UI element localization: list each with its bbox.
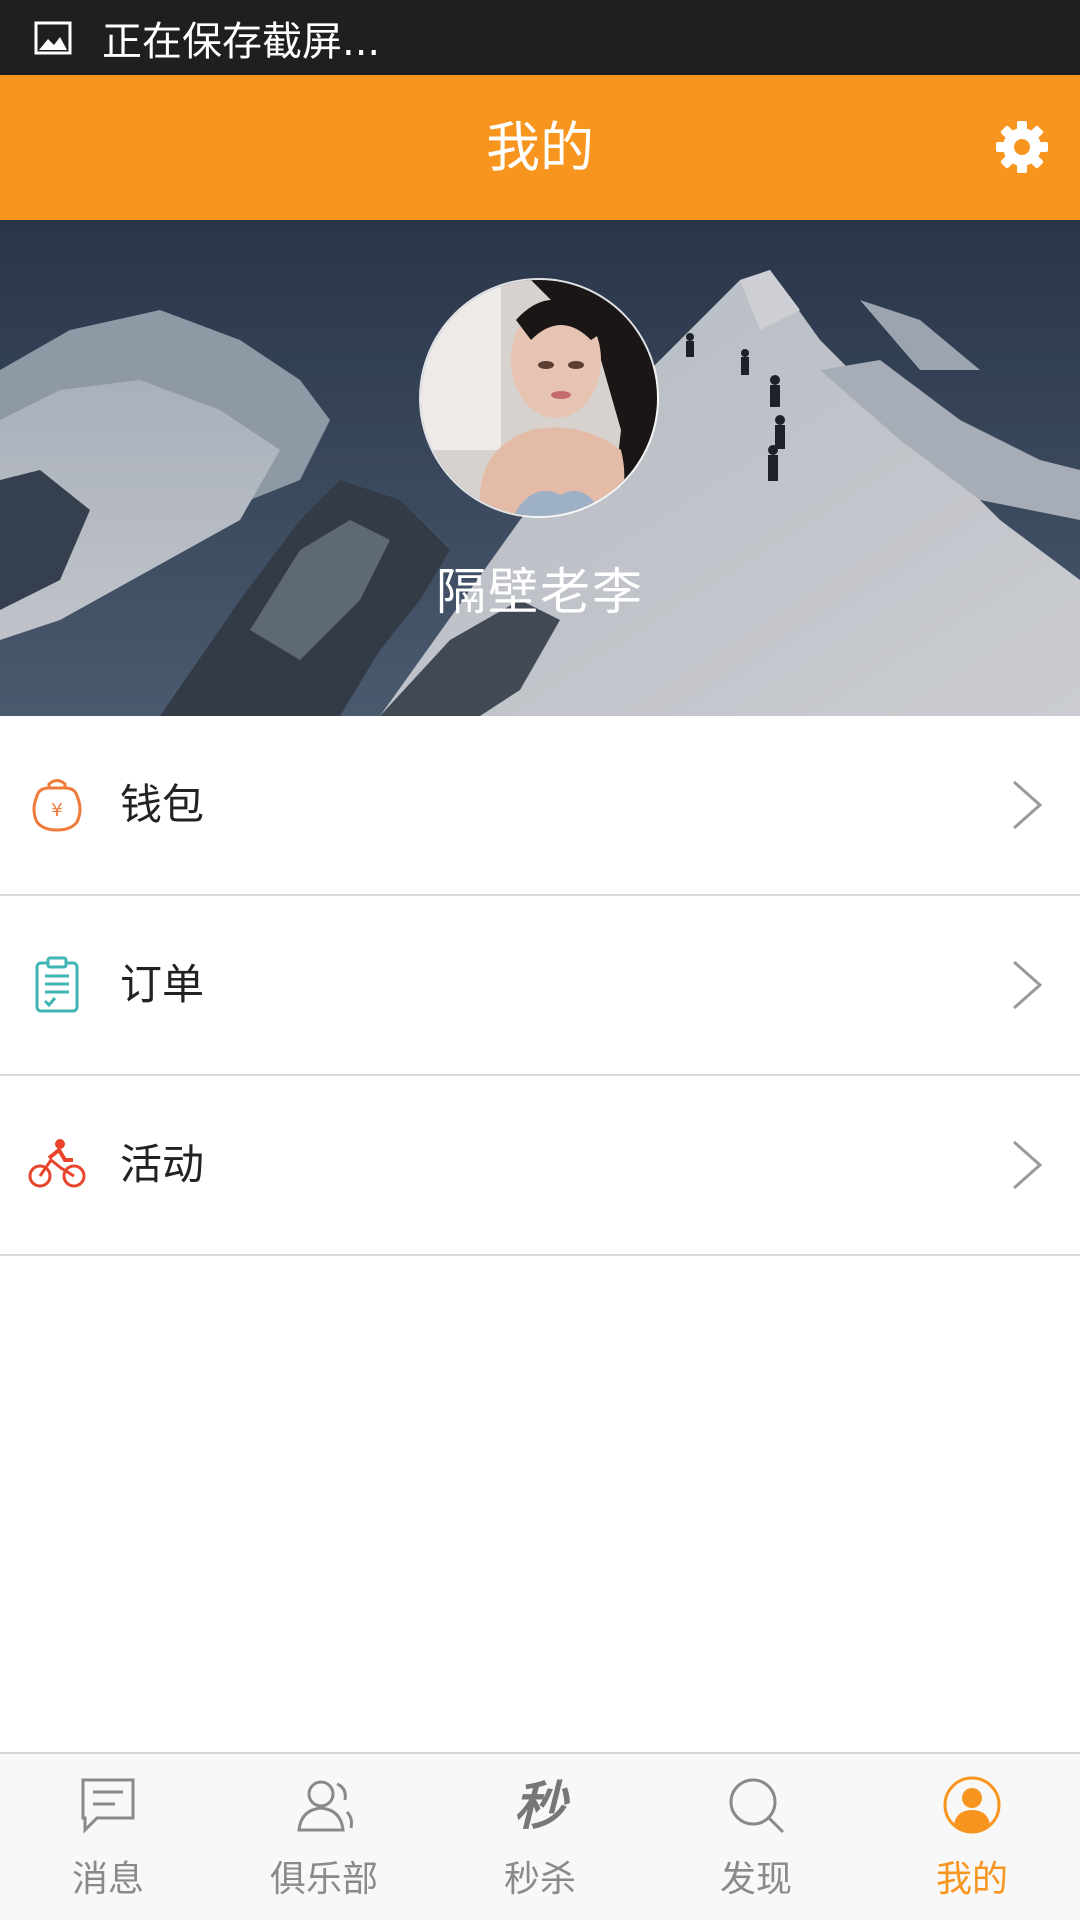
gear-icon[interactable] [992, 117, 1052, 177]
menu-item-label: 钱包 [120, 780, 205, 829]
image-icon [34, 21, 72, 54]
search-icon [729, 1778, 785, 1834]
tab-club[interactable]: 俱乐部 [216, 1754, 432, 1920]
title-bar: 我的 [0, 75, 1080, 220]
status-text: 正在保存截屏... [102, 18, 381, 65]
people-icon [297, 1780, 353, 1832]
chevron-right-icon [1013, 780, 1043, 830]
tab-messages[interactable]: 消息 [0, 1754, 216, 1920]
menu-item-label: 订单 [120, 960, 205, 1009]
username: 隔壁老李 [436, 563, 644, 621]
tab-label: 消息 [71, 1859, 144, 1900]
profile-icon [943, 1776, 1001, 1834]
flash-sale-icon: 秒 [514, 1777, 570, 1836]
status-bar: 正在保存截屏... [0, 0, 1080, 75]
tab-label: 我的 [935, 1859, 1008, 1900]
menu-item-wallet[interactable]: ¥ 钱包 [0, 716, 1080, 896]
svg-text:¥: ¥ [51, 800, 62, 821]
message-icon [81, 1778, 135, 1834]
avatar-image [421, 280, 657, 516]
menu-item-orders[interactable]: 订单 [0, 896, 1080, 1076]
chevron-right-icon [1013, 1140, 1043, 1190]
tab-mine[interactable]: 我的 [864, 1754, 1080, 1920]
menu-item-label: 活动 [120, 1140, 205, 1189]
clipboard-icon [35, 956, 79, 1013]
tab-flash-sale[interactable]: 秒 秒杀 [432, 1754, 648, 1920]
flash-sale-icon-text: 秒 [514, 1777, 570, 1836]
bottom-tab-bar: 消息 俱乐部 秒 秒杀 发现 我的 [0, 1752, 1080, 1920]
tab-label: 俱乐部 [269, 1859, 378, 1900]
profile-header: 隔壁老李 [0, 220, 1080, 716]
wallet-icon: ¥ [32, 779, 82, 832]
tab-label: 秒杀 [503, 1859, 576, 1900]
menu-item-activities[interactable]: 活动 [0, 1076, 1080, 1256]
profile-menu: ¥ 钱包 订单 活动 [0, 716, 1080, 1256]
page-title: 我的 [486, 116, 594, 179]
bicycle-icon [28, 1139, 86, 1188]
tab-label: 发现 [719, 1859, 792, 1900]
chevron-right-icon [1013, 960, 1043, 1010]
tab-discover[interactable]: 发现 [648, 1754, 864, 1920]
avatar[interactable] [419, 278, 659, 518]
